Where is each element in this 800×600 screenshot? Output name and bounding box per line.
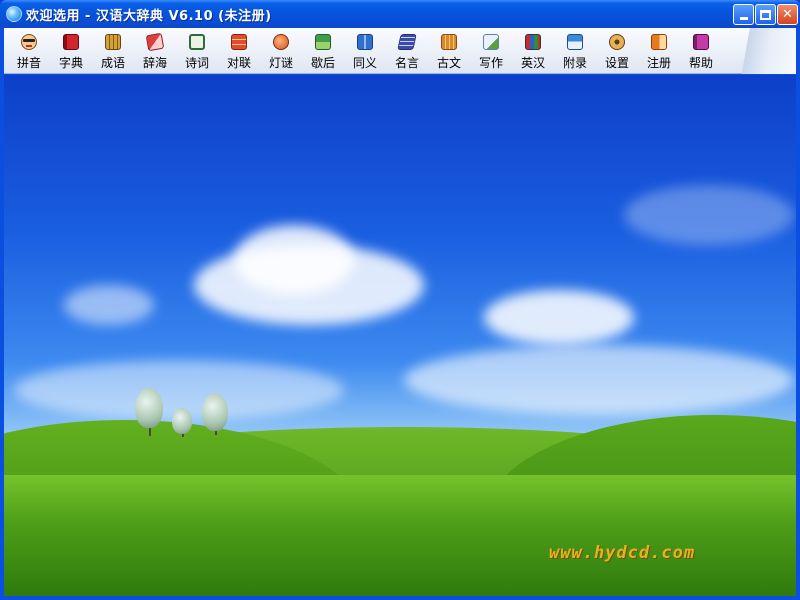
toolbar-button-xiehouyu[interactable]: 歇后: [302, 30, 344, 72]
toolbar-label: 成语: [100, 56, 125, 70]
tree: [172, 408, 192, 434]
toolbar-button-poetry[interactable]: 诗词: [176, 30, 218, 72]
settings-icon: [609, 34, 625, 50]
window-border-bottom[interactable]: [0, 596, 800, 600]
toolbar-button-idioms[interactable]: 成语: [92, 30, 134, 72]
minimize-button[interactable]: [733, 4, 754, 25]
ancient-text-icon: [441, 34, 457, 50]
toolbar-label: 对联: [226, 56, 251, 70]
register-icon: [651, 34, 667, 50]
tree: [135, 388, 163, 428]
toolbar-label: 灯谜: [268, 56, 293, 70]
close-button[interactable]: ✕: [777, 4, 798, 25]
idiom-books-icon: [105, 34, 121, 50]
cloud: [234, 225, 354, 295]
toolbar-label: 设置: [604, 56, 629, 70]
app-globe-icon[interactable]: [6, 6, 22, 22]
toolbar-button-pinyin[interactable]: 拼音: [8, 30, 50, 72]
xiehouyu-icon: [315, 34, 331, 50]
toolbar-label: 字典: [58, 56, 83, 70]
toolbar-button-register[interactable]: 注册: [638, 30, 680, 72]
website-watermark: www.hydcd.com: [549, 543, 696, 563]
tree: [202, 393, 228, 431]
cloud: [484, 290, 634, 345]
toolbar-button-appendix[interactable]: 附录: [554, 30, 596, 72]
appendix-icon: [567, 34, 583, 50]
welcome-background: www.hydcd.com: [4, 75, 796, 596]
toolbar-label: 帮助: [688, 56, 713, 70]
synonym-book-icon: [357, 34, 373, 50]
meadow: [4, 475, 796, 596]
toolbar-end-decoration: [726, 28, 796, 74]
toolbar-label: 写作: [478, 56, 503, 70]
title-bar[interactable]: 欢迎选用 - 汉语大辞典 V6.10 (未注册) ✕: [0, 0, 800, 28]
toolbar-button-settings[interactable]: 设置: [596, 30, 638, 72]
quote-icon: [397, 34, 417, 50]
toolbar-button-quotes[interactable]: 名言: [386, 30, 428, 72]
window-border-right[interactable]: [796, 28, 800, 600]
cihai-book-icon: [145, 32, 165, 52]
window-border-left[interactable]: [0, 28, 4, 600]
minimize-icon: [739, 17, 748, 20]
toolbar-button-couplets[interactable]: 对联: [218, 30, 260, 72]
lantern-riddle-icon: [273, 34, 289, 50]
couplet-icon: [231, 34, 247, 50]
cloud: [64, 285, 154, 325]
window-title: 欢迎选用 - 汉语大辞典 V6.10 (未注册): [26, 9, 272, 24]
toolbar-button-help[interactable]: 帮助: [680, 30, 722, 72]
toolbar-label: 名言: [394, 56, 419, 70]
help-book-icon: [693, 34, 709, 50]
toolbar-button-english-chinese[interactable]: 英汉: [512, 30, 554, 72]
toolbar-button-ancient-texts[interactable]: 古文: [428, 30, 470, 72]
toolbar-label: 英汉: [520, 56, 545, 70]
toolbar-label: 注册: [646, 56, 671, 70]
toolbar-button-cihai[interactable]: 辞海: [134, 30, 176, 72]
toolbar-button-writing[interactable]: 写作: [470, 30, 512, 72]
english-chinese-icon: [525, 34, 541, 50]
pinyin-face-icon: [21, 34, 37, 50]
toolbar-label: 歇后: [310, 56, 335, 70]
toolbar-label: 辞海: [142, 56, 167, 70]
maximize-button[interactable]: [755, 4, 776, 25]
toolbar-button-synonyms[interactable]: 同义: [344, 30, 386, 72]
toolbar-button-riddles[interactable]: 灯谜: [260, 30, 302, 72]
cloud: [624, 185, 794, 245]
toolbar-button-dictionary[interactable]: 字典: [50, 30, 92, 72]
toolbar-label: 古文: [436, 56, 461, 70]
poetry-scroll-icon: [189, 34, 205, 50]
writing-icon: [483, 34, 499, 50]
toolbar-label: 拼音: [16, 56, 41, 70]
maximize-icon: [760, 9, 771, 20]
cloud: [404, 345, 794, 415]
toolbar-label: 诗词: [184, 56, 209, 70]
app-window: 欢迎选用 - 汉语大辞典 V6.10 (未注册) ✕ 拼音 字典 成语 辞海 诗…: [0, 0, 800, 600]
dictionary-book-icon: [63, 34, 79, 50]
toolbar-label: 附录: [562, 56, 587, 70]
close-icon: ✕: [782, 7, 793, 22]
toolbar-label: 同义: [352, 56, 377, 70]
main-toolbar: 拼音 字典 成语 辞海 诗词 对联 灯谜 歇后 同义 名言 古文 写作 英汉 附…: [4, 28, 796, 74]
